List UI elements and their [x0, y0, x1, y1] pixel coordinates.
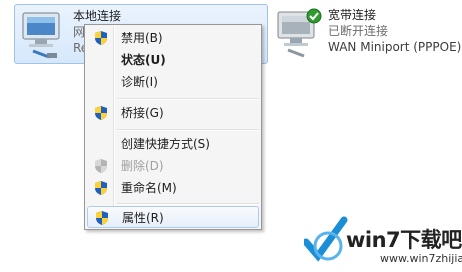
menu-item-label: 重命名(M)	[121, 181, 177, 195]
menu-separator	[117, 98, 259, 100]
local-connection-title: 本地连接	[73, 9, 122, 23]
broadband-connection-adapter: WAN Miniport (PPPOE)	[328, 40, 462, 54]
menu-item-label: 禁用(B)	[121, 31, 163, 45]
uac-shield-icon	[93, 158, 109, 174]
menu-item-diagnose[interactable]: 诊断(I)	[87, 71, 259, 93]
menu-item-rename[interactable]: 重命名(M)	[87, 177, 259, 199]
menu-item-disable[interactable]: 禁用(B)	[87, 27, 259, 49]
menu-item-bridge[interactable]: 桥接(G)	[87, 102, 259, 124]
broadband-connection-status: 已断开连接	[328, 24, 389, 38]
watermark-url: www.win7zhijia.cn	[380, 252, 462, 265]
menu-item-label: 状态(U)	[121, 53, 166, 67]
menu-item-status[interactable]: 状态(U)	[87, 49, 259, 71]
menu-item-label: 属性(R)	[122, 211, 164, 225]
broadband-connection-title: 宽带连接	[328, 8, 377, 22]
menu-item-delete[interactable]: 删除(D)	[87, 155, 259, 177]
watermark-brand: win7下载吧	[346, 228, 462, 252]
blue-checkmark-logo	[302, 216, 348, 267]
menu-item-label: 删除(D)	[121, 159, 164, 173]
uac-shield-icon	[93, 30, 109, 46]
menu-item-label: 诊断(I)	[121, 75, 158, 89]
menu-item-create-shortcut[interactable]: 创建快捷方式(S)	[87, 133, 259, 155]
uac-shield-icon	[93, 105, 109, 121]
menu-item-properties[interactable]: 属性(R)	[87, 206, 259, 228]
uac-shield-icon	[94, 210, 110, 226]
broadband-connection-item[interactable]: 宽带连接 已断开连接 WAN Miniport (PPPOE)	[270, 4, 462, 64]
green-check-icon	[306, 8, 322, 27]
context-menu: 禁用(B) 状态(U) 诊断(I) 桥接(G) 创建快捷方式(S) 删除(D) …	[84, 24, 262, 230]
watermark: win7下载吧 www.win7zhijia.cn	[300, 210, 462, 272]
network-computer-icon	[19, 11, 69, 62]
menu-item-label: 桥接(G)	[121, 106, 164, 120]
menu-item-label: 创建快捷方式(S)	[121, 137, 210, 151]
uac-shield-icon	[93, 180, 109, 196]
menu-separator	[117, 203, 259, 205]
menu-separator	[117, 129, 259, 131]
